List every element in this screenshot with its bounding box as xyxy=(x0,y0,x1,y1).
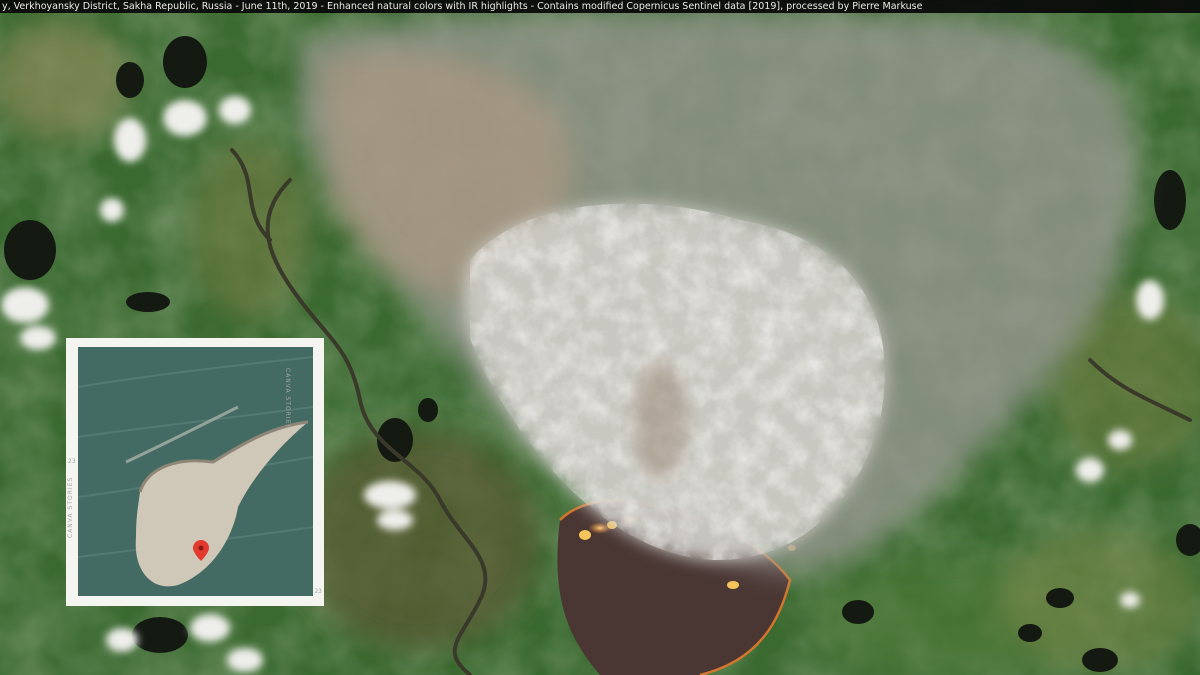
inset-satellite-map xyxy=(78,347,313,596)
inset-photo-frame: CANVA STORIES CANVA STORIES 23 23 xyxy=(66,338,324,606)
frame-mark-left: 23 xyxy=(68,458,76,465)
frame-mark-right: 23 xyxy=(314,588,322,595)
crater-map xyxy=(78,347,313,596)
frame-text-right: CANVA STORIES xyxy=(283,368,291,430)
frame-text-left: CANVA STORIES xyxy=(67,476,74,538)
satellite-scene: y, Verkhoyansky District, Sakha Republic… xyxy=(0,0,1200,675)
image-caption: y, Verkhoyansky District, Sakha Republic… xyxy=(0,0,1200,13)
